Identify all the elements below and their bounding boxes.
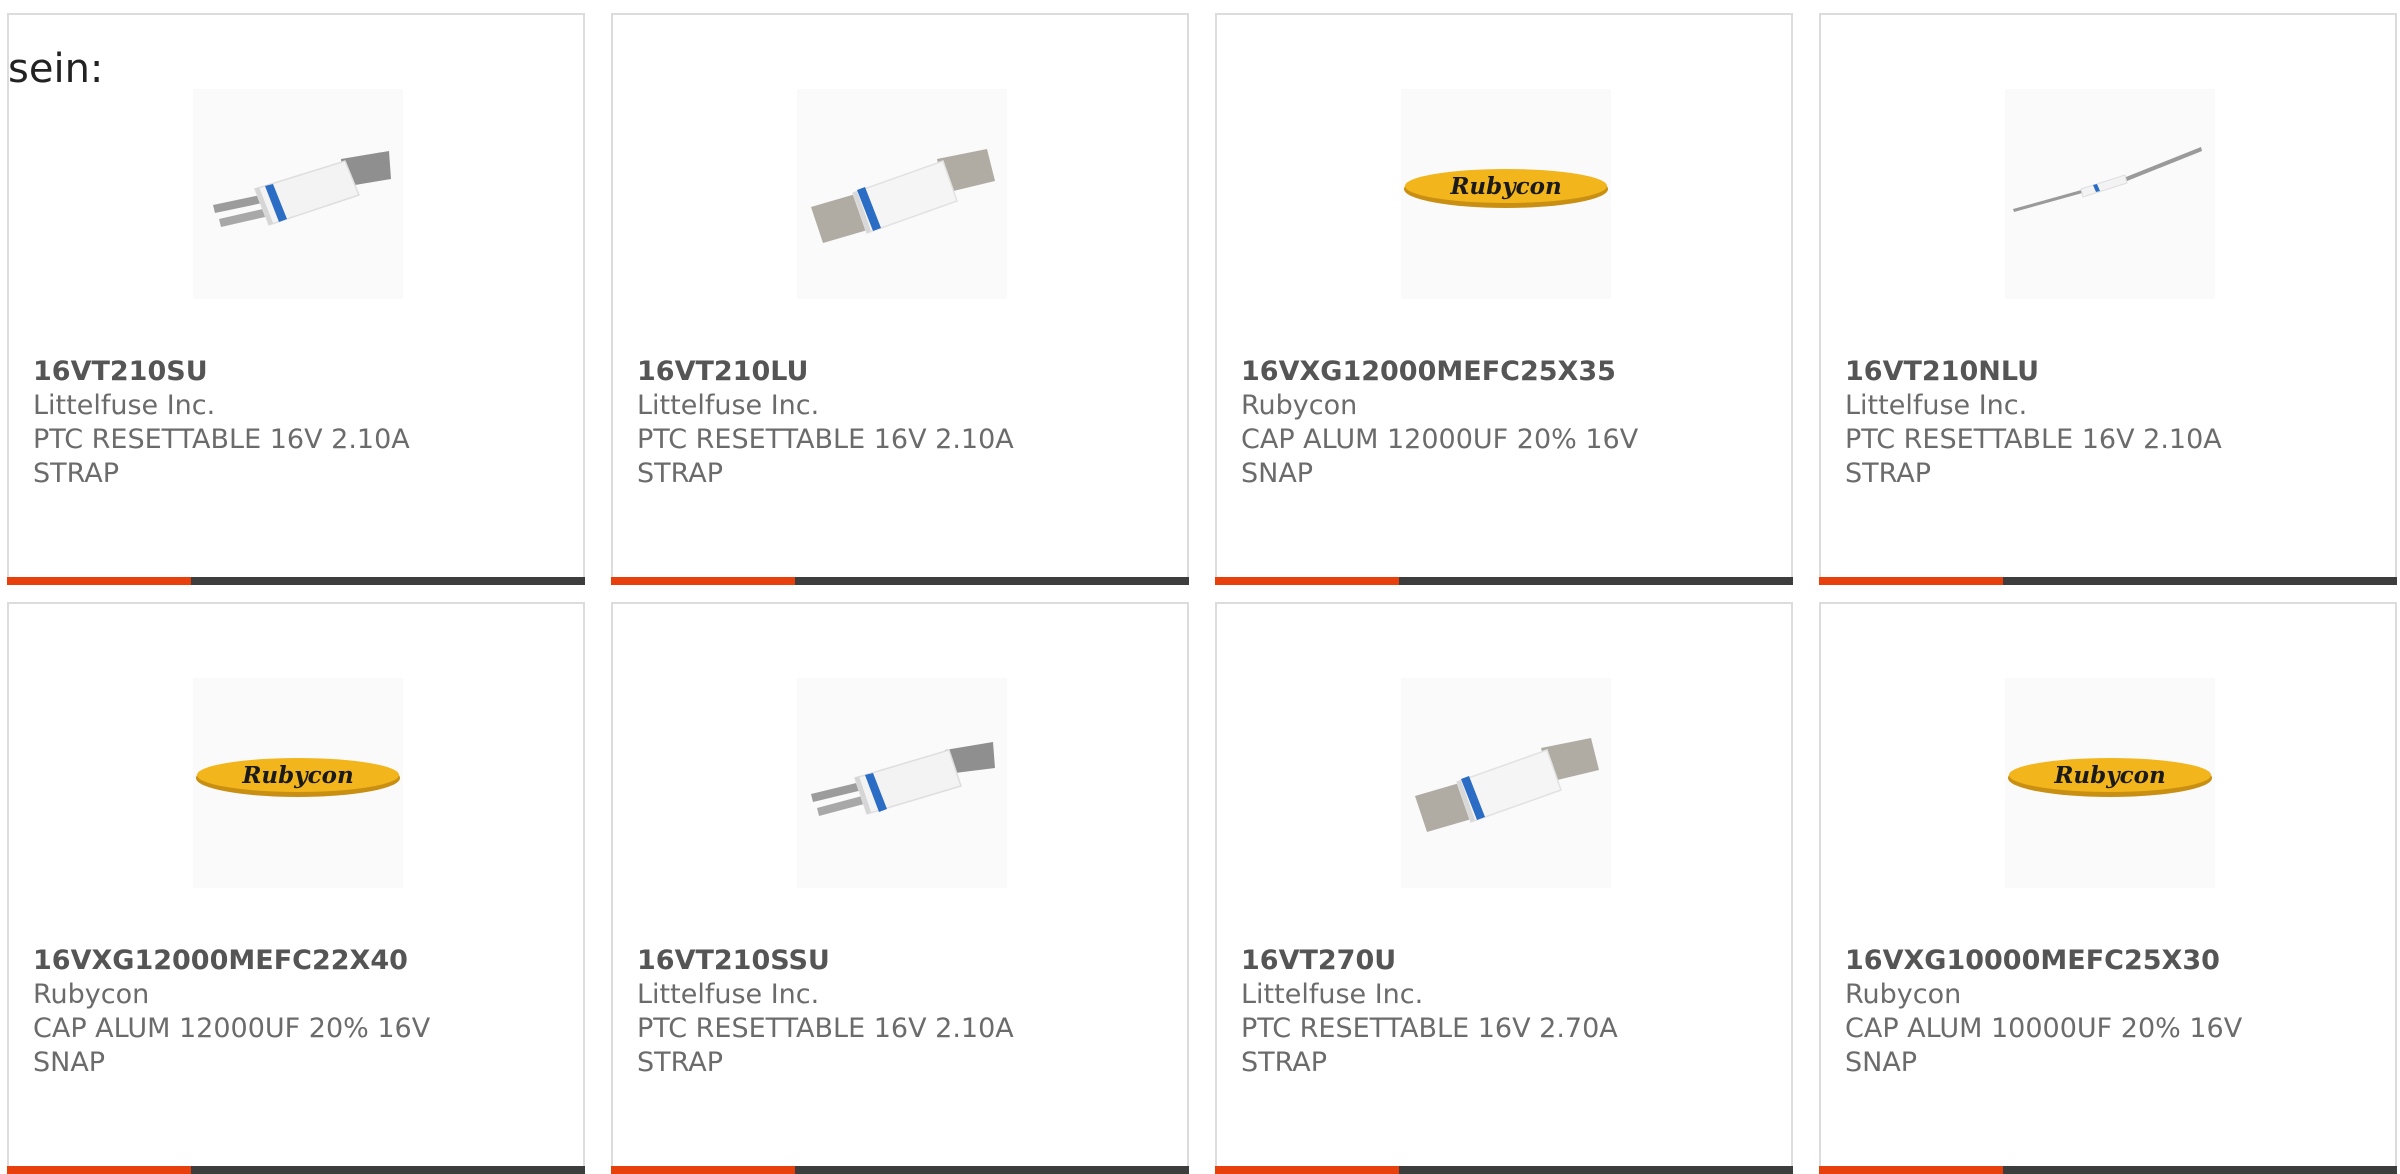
- product-card[interactable]: 16VT210NLU Littelfuse Inc. PTC RESETTABL…: [1819, 13, 2397, 585]
- description-type: STRAP: [1845, 458, 1932, 489]
- card-accent-bar: [1819, 577, 2003, 585]
- card-accent-bar: [611, 577, 795, 585]
- card-accent-bar: [7, 577, 191, 585]
- manufacturer: Littelfuse Inc.: [1241, 979, 1424, 1010]
- product-card[interactable]: 16VT210SU Littelfuse Inc. PTC RESETTABLE…: [7, 13, 585, 585]
- rubycon-logo-text: Rubycon: [241, 762, 353, 789]
- part-number[interactable]: 16VT210NLU: [1845, 355, 2375, 389]
- product-image-rubycon-logo[interactable]: Rubycon: [2005, 678, 2215, 888]
- card-bottom-bar: [1215, 577, 1793, 585]
- description: PTC RESETTABLE 16V 2.10A: [637, 424, 1014, 455]
- part-number[interactable]: 16VT270U: [1241, 944, 1771, 978]
- description: CAP ALUM 10000UF 20% 16V: [1845, 1013, 2243, 1044]
- product-card[interactable]: Rubycon 16VXG10000MEFC25X30 Rubycon CAP …: [1819, 602, 2397, 1174]
- product-image-strap-fuse[interactable]: [1401, 678, 1611, 888]
- manufacturer: Littelfuse Inc.: [637, 979, 820, 1010]
- description-type: STRAP: [637, 1047, 724, 1078]
- description: CAP ALUM 12000UF 20% 16V: [33, 1013, 431, 1044]
- part-number[interactable]: 16VXG12000MEFC25X35: [1241, 355, 1771, 389]
- description: PTC RESETTABLE 16V 2.10A: [1845, 424, 2222, 455]
- manufacturer: Littelfuse Inc.: [1845, 390, 2028, 421]
- product-image-rubycon-logo[interactable]: Rubycon: [193, 678, 403, 888]
- card-accent-bar: [1215, 1166, 1399, 1174]
- part-number[interactable]: 16VT210LU: [637, 355, 1167, 389]
- description: CAP ALUM 12000UF 20% 16V: [1241, 424, 1639, 455]
- manufacturer: Littelfuse Inc.: [33, 390, 216, 421]
- description: PTC RESETTABLE 16V 2.10A: [637, 1013, 1014, 1044]
- description: PTC RESETTABLE 16V 2.70A: [1241, 1013, 1618, 1044]
- manufacturer: Rubycon: [1845, 979, 1962, 1010]
- description-type: STRAP: [637, 458, 724, 489]
- product-card[interactable]: 16VT210LU Littelfuse Inc. PTC RESETTABLE…: [611, 13, 1189, 585]
- product-image-strap-fuse[interactable]: [797, 89, 1007, 299]
- description: PTC RESETTABLE 16V 2.10A: [33, 424, 410, 455]
- part-number[interactable]: 16VXG12000MEFC22X40: [33, 944, 563, 978]
- card-accent-bar: [611, 1166, 795, 1174]
- manufacturer: Rubycon: [33, 979, 150, 1010]
- card-bottom-bar: [611, 1166, 1189, 1174]
- description-type: SNAP: [1241, 458, 1314, 489]
- description-type: STRAP: [1241, 1047, 1328, 1078]
- product-image-strap-fuse[interactable]: [797, 678, 1007, 888]
- card-bottom-bar: [7, 1166, 585, 1174]
- product-image-rubycon-logo[interactable]: Rubycon: [1401, 89, 1611, 299]
- card-bottom-bar: [1215, 1166, 1793, 1174]
- intro-text: sein:: [8, 46, 104, 92]
- product-card[interactable]: 16VT210SSU Littelfuse Inc. PTC RESETTABL…: [611, 602, 1189, 1174]
- card-bottom-bar: [1819, 1166, 2397, 1174]
- part-number[interactable]: 16VXG10000MEFC25X30: [1845, 944, 2375, 978]
- card-bottom-bar: [611, 577, 1189, 585]
- description-type: STRAP: [33, 458, 120, 489]
- rubycon-logo-text: Rubycon: [1449, 173, 1561, 200]
- manufacturer: Littelfuse Inc.: [637, 390, 820, 421]
- product-card[interactable]: Rubycon 16VXG12000MEFC22X40 Rubycon CAP …: [7, 602, 585, 1174]
- description-type: SNAP: [33, 1047, 106, 1078]
- product-card[interactable]: Rubycon 16VXG12000MEFC25X35 Rubycon CAP …: [1215, 13, 1793, 585]
- card-accent-bar: [7, 1166, 191, 1174]
- product-image-strap-fuse[interactable]: [2005, 89, 2215, 299]
- product-image-strap-fuse[interactable]: [193, 89, 403, 299]
- card-bottom-bar: [1819, 577, 2397, 585]
- card-bottom-bar: [7, 577, 585, 585]
- manufacturer: Rubycon: [1241, 390, 1358, 421]
- product-card[interactable]: 16VT270U Littelfuse Inc. PTC RESETTABLE …: [1215, 602, 1793, 1174]
- description-type: SNAP: [1845, 1047, 1918, 1078]
- part-number[interactable]: 16VT210SU: [33, 355, 563, 389]
- card-accent-bar: [1819, 1166, 2003, 1174]
- rubycon-logo-text: Rubycon: [2053, 762, 2165, 789]
- card-accent-bar: [1215, 577, 1399, 585]
- part-number[interactable]: 16VT210SSU: [637, 944, 1167, 978]
